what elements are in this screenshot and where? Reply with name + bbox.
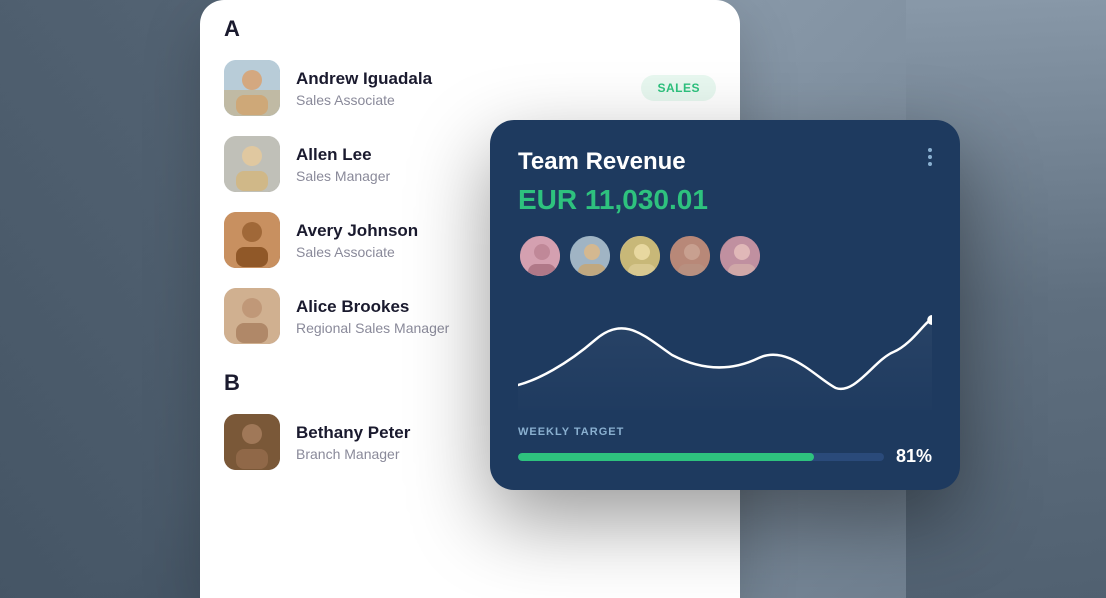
avatar-alice [224, 288, 280, 344]
revenue-card: Team Revenue EUR 11,030.01 [490, 120, 960, 490]
team-avatar-5 [718, 234, 762, 278]
contact-role-andrew: Sales Associate [296, 92, 625, 108]
dot-1 [928, 148, 932, 152]
team-avatar-4 [668, 234, 712, 278]
card-title: Team Revenue [518, 148, 686, 176]
section-letter-a: A [200, 0, 740, 50]
progress-bar-background [518, 453, 884, 461]
avatar-bethany [224, 414, 280, 470]
card-header: Team Revenue [518, 148, 932, 176]
weekly-target-section: WEEKLY TARGET 81% [518, 426, 932, 467]
avatar-allen-svg [224, 136, 280, 192]
sales-badge-andrew: SALES [641, 75, 716, 101]
weekly-target-label: WEEKLY TARGET [518, 426, 932, 438]
avatar-alice-svg [224, 288, 280, 344]
contact-info-andrew: Andrew Iguadala Sales Associate [296, 69, 625, 108]
avatar-andrew-svg [224, 60, 280, 116]
avatar-allen [224, 136, 280, 192]
team-avatar-3 [618, 234, 662, 278]
dot-3 [928, 162, 932, 166]
avatar-avery [224, 212, 280, 268]
avatar-bethany-svg [224, 414, 280, 470]
team-avatar-1 [518, 234, 562, 278]
progress-row: 81% [518, 446, 932, 467]
avatar-avery-svg [224, 212, 280, 268]
revenue-chart [518, 290, 932, 410]
team-avatar-2 [568, 234, 612, 278]
revenue-amount: EUR 11,030.01 [518, 184, 932, 216]
contact-item-andrew[interactable]: Andrew Iguadala Sales Associate SALES [200, 50, 740, 126]
dot-2 [928, 155, 932, 159]
contact-name-andrew: Andrew Iguadala [296, 69, 625, 89]
more-options-button[interactable] [928, 148, 932, 166]
progress-percent-label: 81% [896, 446, 932, 467]
avatar-andrew [224, 60, 280, 116]
progress-bar-fill [518, 453, 814, 461]
team-avatars [518, 234, 932, 278]
chart-area [518, 290, 932, 410]
